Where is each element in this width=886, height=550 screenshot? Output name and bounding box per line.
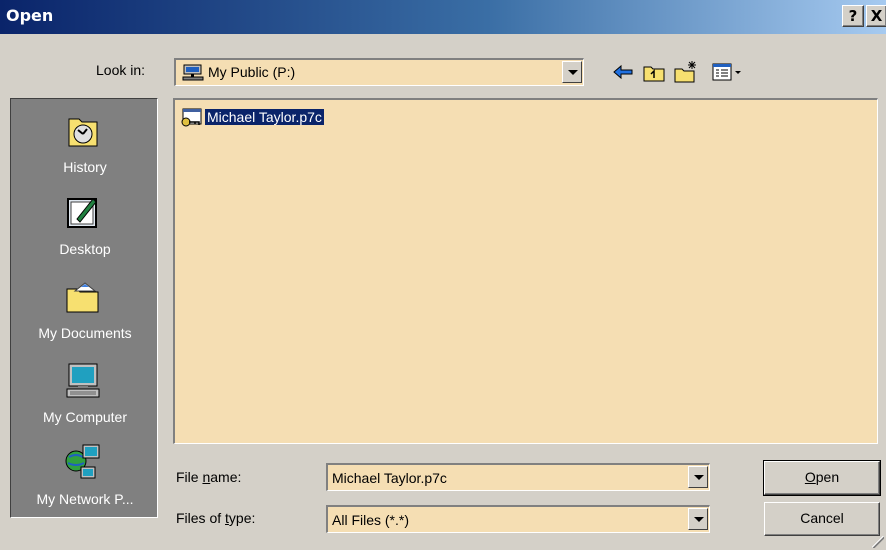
place-label: History [63,159,107,175]
help-button[interactable]: ? [842,5,864,27]
place-my-documents[interactable]: My Documents [11,277,159,357]
place-my-network-places[interactable]: My Network P... [11,443,159,523]
close-button[interactable]: X [866,5,886,27]
place-desktop[interactable]: Desktop [11,193,159,273]
file-type-dropdown-arrow[interactable] [688,508,708,530]
place-label: My Network P... [36,491,134,507]
look-in-value: My Public (P:) [208,64,296,80]
file-name-dropdown-arrow[interactable] [688,466,708,488]
history-icon [68,118,98,147]
open-button[interactable]: Open [763,460,881,496]
file-name-field[interactable]: Michael Taylor.p7c [326,463,710,491]
certificate-file-icon [181,108,202,127]
my-network-places-icon [65,444,100,479]
file-type-dropdown[interactable]: All Files (*.*) [326,505,710,533]
place-my-computer[interactable]: My Computer [11,361,159,441]
back-arrow-icon[interactable] [610,59,638,85]
title-bar[interactable]: Open ? X [0,0,886,34]
new-folder-icon[interactable] [672,59,700,85]
resize-grip[interactable] [872,536,884,548]
cancel-button[interactable]: Cancel [764,502,880,536]
open-dialog: Open ? X Look in: My Public (P:) History… [0,0,886,550]
network-drive-icon [182,64,204,81]
place-label: My Computer [42,409,128,425]
file-list[interactable]: Michael Taylor.p7c [173,98,878,444]
look-in-label: Look in: [96,62,146,78]
file-name: Michael Taylor.p7c [204,108,325,126]
up-folder-icon[interactable] [640,59,668,85]
file-type-value: All Files (*.*) [332,512,410,528]
look-in-dropdown-arrow[interactable] [562,61,582,83]
window-title: Open [6,6,54,25]
place-label: My Documents [38,325,132,341]
file-name-label: File name: [176,469,242,485]
view-menu-icon[interactable] [710,59,746,85]
desktop-icon [67,198,97,228]
place-label: Desktop [59,241,111,257]
my-computer-icon [66,363,100,398]
look-in-dropdown[interactable]: My Public (P:) [174,58,584,86]
places-bar: History Desktop My Documents My Computer… [10,98,158,518]
file-type-label: Files of type: [176,510,256,526]
place-history[interactable]: History [11,111,159,191]
my-documents-icon [66,282,99,313]
file-name-value: Michael Taylor.p7c [332,470,447,486]
